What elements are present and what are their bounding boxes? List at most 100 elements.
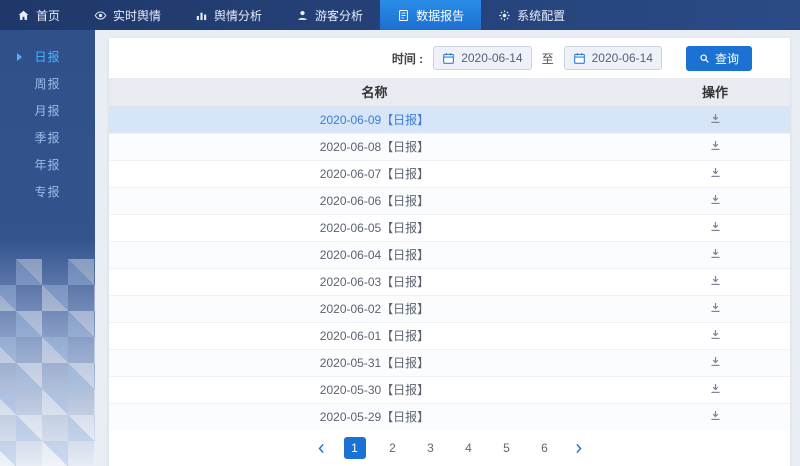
table-row: 2020-06-09【日报】 [109, 106, 790, 133]
nav-item-home[interactable]: 首页 [0, 0, 77, 30]
top-nav: 首页 实时舆情 舆情分析 游客分析 数据报告 系统配置 [0, 0, 800, 30]
gear-icon [498, 9, 511, 22]
download-icon[interactable] [709, 112, 722, 125]
report-name: 2020-06-03【日报】 [109, 268, 640, 295]
report-action-cell [640, 214, 790, 241]
table-row: 2020-05-29【日报】 [109, 403, 790, 430]
table-row: 2020-05-31【日报】 [109, 349, 790, 376]
report-action-cell [640, 268, 790, 295]
page-button-5[interactable]: 5 [496, 437, 518, 459]
report-name: 2020-06-05【日报】 [109, 214, 640, 241]
end-date-input[interactable]: 2020-06-14 [564, 46, 662, 70]
sidebar-menu: 日报周报月报季报年报专报 [0, 30, 95, 205]
nav-item-label: 游客分析 [315, 7, 363, 24]
column-header-action: 操作 [640, 78, 790, 106]
nav-item-label: 实时舆情 [113, 7, 161, 24]
person-icon [296, 9, 309, 22]
sidebar-item-monthly[interactable]: 月报 [0, 97, 95, 124]
sidebar-item-label: 月报 [34, 102, 60, 119]
report-name: 2020-06-08【日报】 [109, 133, 640, 160]
nav-item-realtime[interactable]: 实时舆情 [77, 0, 178, 30]
download-icon[interactable] [709, 193, 722, 206]
sidebar-item-label: 周报 [34, 75, 60, 92]
nav-item-visitor[interactable]: 游客分析 [279, 0, 380, 30]
nav-item-report[interactable]: 数据报告 [380, 0, 481, 30]
report-action-cell [640, 322, 790, 349]
download-icon[interactable] [709, 382, 722, 395]
filter-bar: 时间 : 2020-06-14 至 2020-06-14 查询 [109, 38, 790, 78]
eye-icon [94, 9, 107, 22]
sidebar-item-special[interactable]: 专报 [0, 178, 95, 205]
download-icon[interactable] [709, 274, 722, 287]
end-date-value: 2020-06-14 [592, 51, 653, 65]
sidebar: 日报周报月报季报年报专报 [0, 30, 95, 466]
report-action-cell [640, 295, 790, 322]
pagination: 123456 [109, 430, 790, 466]
report-name: 2020-06-04【日报】 [109, 241, 640, 268]
sidebar-item-label: 日报 [34, 48, 60, 65]
calendar-icon [573, 52, 586, 65]
report-name: 2020-05-29【日报】 [109, 403, 640, 430]
table-row: 2020-06-03【日报】 [109, 268, 790, 295]
report-name: 2020-06-02【日报】 [109, 295, 640, 322]
next-page-button[interactable] [572, 442, 585, 455]
download-icon[interactable] [709, 139, 722, 152]
document-icon [397, 9, 410, 22]
download-icon[interactable] [709, 220, 722, 233]
download-icon[interactable] [709, 301, 722, 314]
home-icon [17, 9, 30, 22]
table-row: 2020-06-01【日报】 [109, 322, 790, 349]
download-icon[interactable] [709, 409, 722, 422]
query-button[interactable]: 查询 [686, 46, 752, 71]
report-action-cell [640, 160, 790, 187]
sidebar-item-annual[interactable]: 年报 [0, 151, 95, 178]
date-range-to-label: 至 [542, 50, 554, 67]
report-table: 名称 操作 2020-06-09【日报】2020-06-08【日报】2020-0… [109, 78, 790, 430]
report-action-cell [640, 133, 790, 160]
main-area: 日报周报月报季报年报专报 时间 : 2020-06-14 至 2020-06-1… [0, 30, 800, 466]
nav-item-label: 首页 [36, 7, 60, 24]
prev-page-button[interactable] [315, 442, 328, 455]
table-row: 2020-05-30【日报】 [109, 376, 790, 403]
download-icon[interactable] [709, 328, 722, 341]
report-name: 2020-06-01【日报】 [109, 322, 640, 349]
nav-item-label: 数据报告 [416, 7, 464, 24]
download-icon[interactable] [709, 247, 722, 260]
nav-item-analysis[interactable]: 舆情分析 [178, 0, 279, 30]
report-action-cell [640, 241, 790, 268]
page-button-2[interactable]: 2 [382, 437, 404, 459]
page-button-3[interactable]: 3 [420, 437, 442, 459]
time-filter-label: 时间 : [392, 50, 423, 67]
table-header-row: 名称 操作 [109, 78, 790, 106]
download-icon[interactable] [709, 355, 722, 368]
page-button-6[interactable]: 6 [534, 437, 556, 459]
page-button-4[interactable]: 4 [458, 437, 480, 459]
report-table-body: 2020-06-09【日报】2020-06-08【日报】2020-06-07【日… [109, 106, 790, 430]
report-action-cell [640, 376, 790, 403]
sidebar-item-label: 季报 [34, 129, 60, 146]
sidebar-item-weekly[interactable]: 周报 [0, 70, 95, 97]
table-row: 2020-06-08【日报】 [109, 133, 790, 160]
table-row: 2020-06-06【日报】 [109, 187, 790, 214]
table-row: 2020-06-04【日报】 [109, 241, 790, 268]
sidebar-item-quarterly[interactable]: 季报 [0, 124, 95, 151]
report-action-cell [640, 403, 790, 430]
page-button-1[interactable]: 1 [344, 437, 366, 459]
start-date-value: 2020-06-14 [461, 51, 522, 65]
download-icon[interactable] [709, 166, 722, 179]
report-action-cell [640, 106, 790, 133]
sidebar-item-label: 年报 [34, 156, 60, 173]
report-name: 2020-06-06【日报】 [109, 187, 640, 214]
table-row: 2020-06-05【日报】 [109, 214, 790, 241]
app-window: 首页 实时舆情 舆情分析 游客分析 数据报告 系统配置 日报周报月报季报年报专报 时间 :… [0, 0, 800, 466]
report-action-cell [640, 349, 790, 376]
nav-item-system[interactable]: 系统配置 [481, 0, 582, 30]
nav-item-label: 系统配置 [517, 7, 565, 24]
nav-item-label: 舆情分析 [214, 7, 262, 24]
report-name: 2020-06-07【日报】 [109, 160, 640, 187]
calendar-icon [442, 52, 455, 65]
sidebar-item-label: 专报 [34, 183, 60, 200]
start-date-input[interactable]: 2020-06-14 [433, 46, 531, 70]
active-marker-icon [17, 53, 22, 61]
sidebar-item-daily[interactable]: 日报 [0, 43, 95, 70]
